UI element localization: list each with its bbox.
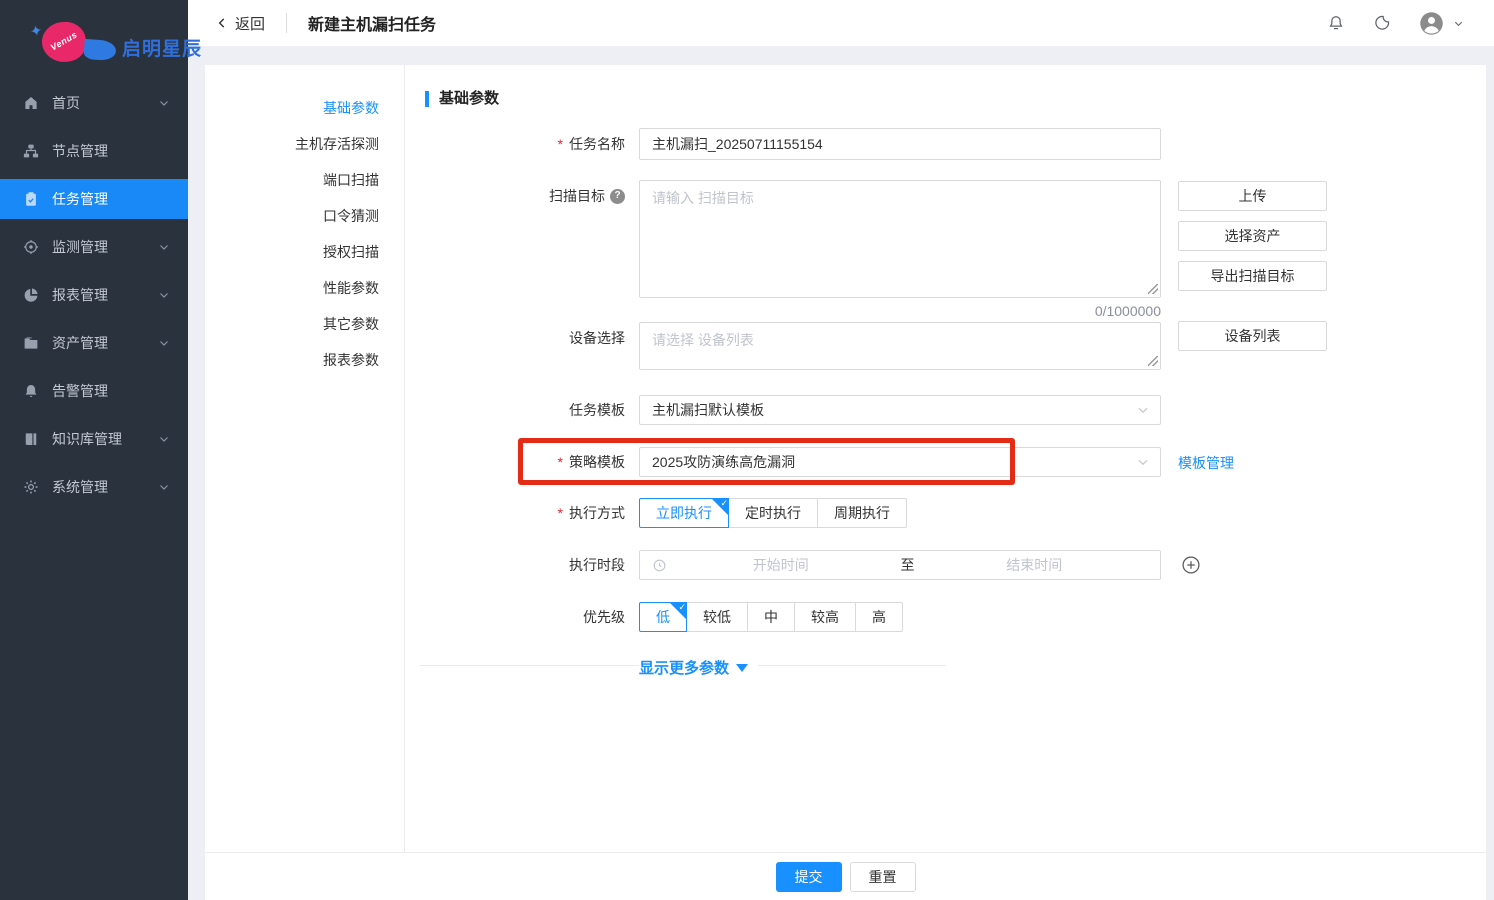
reset-button[interactable]: 重置 <box>850 862 916 892</box>
dark-mode-moon-icon[interactable] <box>1372 13 1392 33</box>
add-period-button[interactable] <box>1181 555 1201 575</box>
clock-icon <box>652 558 667 573</box>
chevron-down-icon <box>158 96 170 108</box>
form-card: 基础参数主机存活探测端口扫描口令猜测授权扫描性能参数其它参数报表参数 基础参数 … <box>205 65 1486 900</box>
selected-check-icon <box>670 603 686 619</box>
task-name-input[interactable] <box>639 128 1161 160</box>
priority-option[interactable]: 较低 <box>686 602 748 632</box>
end-time-placeholder[interactable]: 结束时间 <box>921 555 1149 575</box>
home-icon <box>22 94 40 112</box>
venus-logo-icon: Venus <box>39 19 88 65</box>
chevron-down-icon <box>158 240 170 252</box>
topbar-divider <box>286 13 287 33</box>
monitor-icon <box>22 238 40 256</box>
triangle-down-icon <box>736 664 748 672</box>
workspace: 基础参数主机存活探测端口扫描口令猜测授权扫描性能参数其它参数报表参数 基础参数 … <box>188 46 1494 900</box>
topbar-actions <box>1326 10 1464 37</box>
exec-period-input[interactable]: 开始时间 至 结束时间 <box>639 550 1161 580</box>
brand-name: 启明星辰 <box>122 34 202 61</box>
priority-option[interactable]: 高 <box>855 602 903 632</box>
template-manage-link[interactable]: 模板管理 <box>1178 453 1234 473</box>
scan-target-textarea[interactable] <box>639 180 1161 298</box>
chevron-down-icon <box>1453 18 1464 29</box>
section-title: 基础参数 <box>425 91 499 107</box>
back-button[interactable]: 返回 <box>215 13 265 34</box>
assets-icon <box>22 334 40 352</box>
policy-template-label: 策略模板 <box>425 452 625 472</box>
task-name-label: 任务名称 <box>425 134 625 154</box>
char-counter: 0/1000000 <box>639 303 1161 319</box>
exec-mode-option[interactable]: 周期执行 <box>817 498 907 528</box>
sidebar-item[interactable]: 报表管理 <box>0 275 188 315</box>
start-time-placeholder[interactable]: 开始时间 <box>667 555 895 575</box>
brand-logo: ✦ Venus 启明星辰 <box>0 0 188 90</box>
device-select-textarea[interactable] <box>639 322 1161 370</box>
submit-button[interactable]: 提交 <box>776 862 842 892</box>
logo-swoosh-icon <box>83 39 116 61</box>
exec-period-label: 执行时段 <box>425 555 625 575</box>
policy-template-select[interactable]: 2025攻防演练高危漏洞 <box>639 447 1161 477</box>
system-icon <box>22 478 40 496</box>
sidebar-item[interactable]: 首页 <box>0 83 188 123</box>
sidebar-menu: 首页节点管理任务管理监测管理报表管理资产管理告警管理知识库管理系统管理 <box>0 83 188 515</box>
exec-mode-label: 执行方式 <box>425 503 625 523</box>
form-footer: 提交 重置 <box>205 852 1486 900</box>
sidebar: ✦ Venus 启明星辰 首页节点管理任务管理监测管理报表管理资产管理告警管理知… <box>0 0 188 900</box>
chevron-down-icon <box>1136 403 1150 417</box>
exec-mode-option[interactable]: 立即执行 <box>639 498 729 528</box>
target-action-button[interactable]: 上传 <box>1178 181 1327 211</box>
task-template-label: 任务模板 <box>425 400 625 420</box>
sidebar-item[interactable]: 知识库管理 <box>0 419 188 459</box>
chevron-left-icon <box>215 16 229 30</box>
chevron-down-icon <box>158 336 170 348</box>
chevron-down-icon <box>158 480 170 492</box>
knowledge-icon <box>22 430 40 448</box>
chevron-down-icon <box>158 432 170 444</box>
priority-option[interactable]: 较高 <box>794 602 856 632</box>
sidebar-item[interactable]: 系统管理 <box>0 467 188 507</box>
scan-target-label: 扫描目标 ? <box>425 186 625 206</box>
sidebar-item[interactable]: 资产管理 <box>0 323 188 363</box>
period-separator: 至 <box>895 555 921 575</box>
user-menu[interactable] <box>1418 10 1464 37</box>
device-select-label: 设备选择 <box>425 328 625 348</box>
notification-bell-icon[interactable] <box>1326 13 1346 33</box>
chevron-down-icon <box>1136 455 1150 469</box>
app-root: ✦ Venus 启明星辰 首页节点管理任务管理监测管理报表管理资产管理告警管理知… <box>0 0 1494 900</box>
report-icon <box>22 286 40 304</box>
selected-check-icon <box>712 499 728 515</box>
priority-group: 低较低中较高高 <box>639 602 903 632</box>
target-action-button[interactable]: 选择资产 <box>1178 221 1327 251</box>
topbar: 返回 新建主机漏扫任务 <box>188 0 1494 46</box>
form-area: 基础参数 任务名称 扫描目标 ? 0/1000000 上传选择资产导出扫描目标 … <box>205 65 1486 852</box>
nodes-icon <box>22 142 40 160</box>
exec-mode-option[interactable]: 定时执行 <box>728 498 818 528</box>
tasks-icon <box>22 190 40 208</box>
priority-option[interactable]: 低 <box>639 602 687 632</box>
target-action-button[interactable]: 导出扫描目标 <box>1178 261 1327 291</box>
priority-option[interactable]: 中 <box>747 602 795 632</box>
alert-icon <box>22 382 40 400</box>
exec-mode-group: 立即执行定时执行周期执行 <box>639 498 907 528</box>
task-template-select[interactable]: 主机漏扫默认模板 <box>639 395 1161 425</box>
device-list-button[interactable]: 设备列表 <box>1178 321 1327 351</box>
chevron-down-icon <box>158 288 170 300</box>
priority-label: 优先级 <box>425 607 625 627</box>
sidebar-item[interactable]: 告警管理 <box>0 371 188 411</box>
back-label: 返回 <box>235 13 265 34</box>
avatar <box>1418 10 1445 37</box>
sidebar-item[interactable]: 任务管理 <box>0 179 188 219</box>
page-title: 新建主机漏扫任务 <box>308 11 436 35</box>
help-icon[interactable]: ? <box>610 189 625 204</box>
sidebar-item[interactable]: 监测管理 <box>0 227 188 267</box>
show-more-params-link[interactable]: 显示更多参数 <box>639 657 758 678</box>
sidebar-item[interactable]: 节点管理 <box>0 131 188 171</box>
